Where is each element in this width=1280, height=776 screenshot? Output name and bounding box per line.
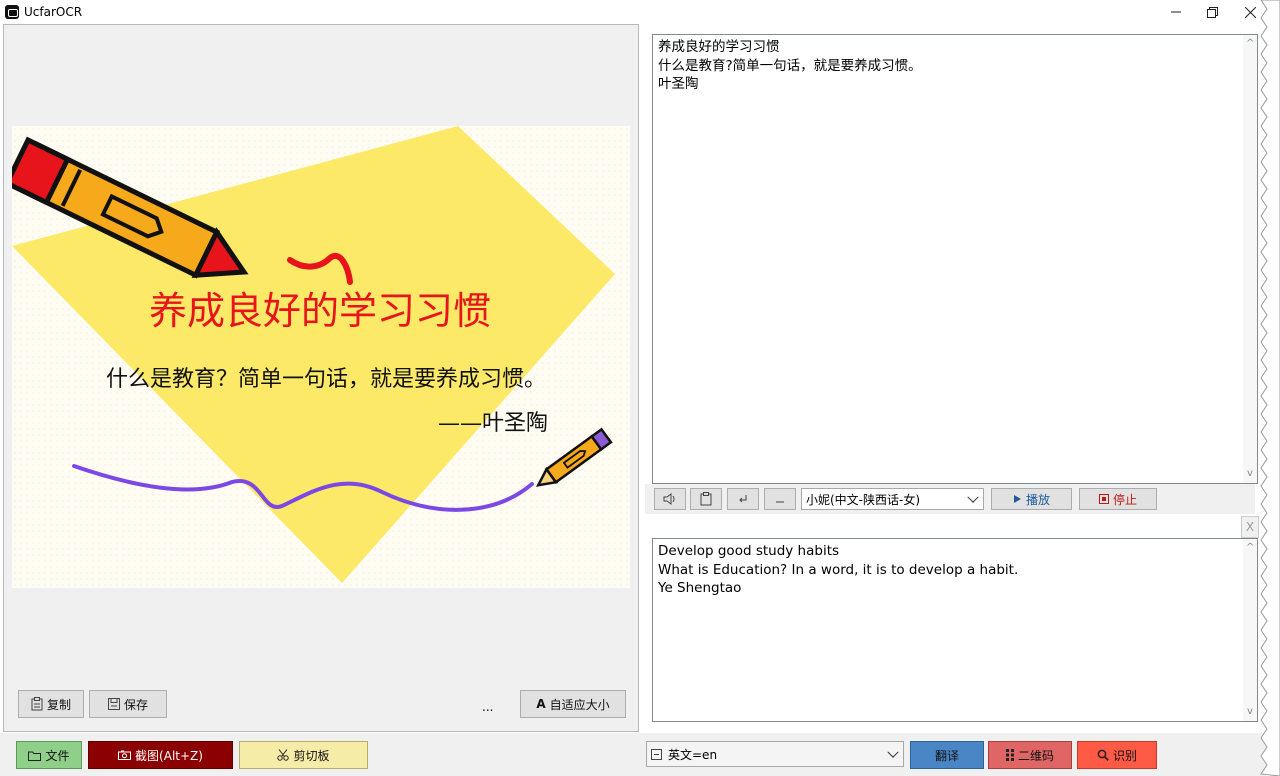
translate-label: 翻译 [934,748,959,763]
fit-size-button[interactable]: A 自适应大小 [520,690,626,718]
translation-line-1: Develop good study habits [658,543,840,559]
title-bar: UcfarOCR [0,0,1266,24]
torn-edge-decoration [1260,0,1280,776]
translation-line-3: Ye Shengtao [658,580,742,596]
scissors-icon [277,749,290,761]
torn-edge-path [1260,0,1280,776]
recognize-label: 识别 [1112,748,1137,763]
recognize-button[interactable]: 识别 [1077,741,1157,769]
camera-icon [118,750,132,760]
minimize-icon [1171,11,1181,13]
screenshot-preview: 养成良好的学习习惯 什么是教育？简单一句话，就是要养成习惯。 ——叶圣陶 [12,126,630,588]
stop-label: 停止 [1112,492,1137,507]
translation-textarea[interactable]: Develop good study habits What is Educat… [652,538,1258,722]
qrcode-icon [1005,749,1014,761]
restore-icon [1206,6,1218,18]
stop-button[interactable]: 停止 [1079,488,1157,510]
copy-image-button[interactable]: 复制 [18,690,84,718]
slide-author: ——叶圣陶 [438,411,548,436]
window-title: UcfarOCR [24,5,83,19]
newline-button[interactable] [727,488,759,510]
minus-box-icon [651,748,662,760]
translate-button[interactable]: 翻译 [910,741,984,769]
enter-icon [739,495,747,503]
save-icon [107,698,120,710]
space-button[interactable] [764,488,796,510]
slide-title: 养成良好的学习习惯 [149,289,491,333]
ocr-line-3: 叶圣陶 [658,76,699,92]
language-selected: 英文=en [668,747,718,762]
language-select[interactable]: 英文=en [646,741,904,767]
screenshot-button[interactable]: 截图(Alt+Z) [88,741,233,769]
clipboard-label: 剪切板 [293,748,330,763]
clipboard-button[interactable]: 剪切板 [239,741,368,769]
file-button[interactable]: 文件 [16,741,82,769]
screenshot-label: 截图(Alt+Z) [135,748,203,763]
close-icon [1244,6,1256,18]
chevron-down-icon [967,491,979,503]
play-button[interactable]: 播放 [991,488,1072,510]
search-icon [1097,749,1109,761]
ocr-line-1: 养成良好的学习习惯 [658,39,780,55]
save-image-button[interactable]: 保存 [89,690,167,718]
voice-selected: 小妮(中文-陕西话-女) [806,492,921,507]
slide-graphic: 养成良好的学习习惯 什么是教育？简单一句话，就是要养成习惯。 ——叶圣陶 [12,126,630,588]
minimize-button[interactable] [1162,2,1190,22]
file-label: 文件 [45,748,70,763]
more-ellipsis[interactable]: ... [482,700,493,714]
speaker-icon [663,493,675,505]
qrcode-button[interactable]: 二维码 [988,741,1072,769]
clipboard-icon [700,492,712,506]
restore-button[interactable] [1198,2,1226,22]
chevron-down-icon [887,746,899,758]
voice-select[interactable]: 小妮(中文-陕西话-女) [801,488,984,510]
qrcode-label: 二维码 [1017,748,1054,763]
ocr-line-2: 什么是教育?简单一句话，就是要养成习惯。 [658,57,922,74]
save-label: 保存 [123,697,148,712]
copy-label: 复制 [46,697,71,712]
translation-line-2: What is Education? In a word, it is to d… [658,561,1019,578]
folder-icon [28,751,42,761]
speaker-button[interactable] [654,488,686,510]
fit-label: 自适应大小 [549,697,610,712]
clipboard-icon [31,697,43,711]
stop-icon [1098,494,1109,504]
ocr-scrollbar[interactable] [1243,35,1257,483]
app-icon [5,5,19,19]
close-translation-button[interactable]: X [1241,516,1259,538]
font-size-icon: A [536,697,546,711]
translation-scrollbar[interactable] [1243,539,1257,721]
copy-ocr-button[interactable] [690,488,722,510]
play-icon [1013,495,1021,503]
play-label: 播放 [1025,492,1050,507]
space-icon [776,501,784,503]
slide-subtitle: 什么是教育？简单一句话，就是要养成习惯。 [106,367,546,392]
ocr-result-textarea[interactable]: 养成良好的学习习惯 什么是教育?简单一句话，就是要养成习惯。 叶圣陶 [652,34,1258,484]
